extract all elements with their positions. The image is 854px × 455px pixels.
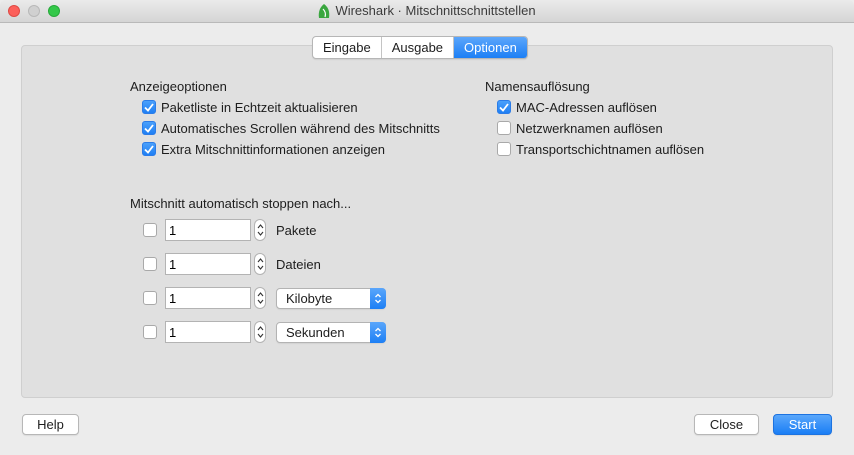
stop-row-packets: Pakete (143, 219, 316, 241)
checkbox-box[interactable] (142, 142, 156, 156)
checkmark-icon (144, 144, 154, 154)
checkbox-box[interactable] (142, 100, 156, 114)
stepper-arrows-icon (257, 292, 263, 304)
stepper-arrows-icon (257, 258, 263, 270)
checkbox-label: MAC-Adressen auflösen (516, 99, 657, 115)
stop-files-checkbox[interactable] (143, 257, 157, 271)
stop-packets-checkbox[interactable] (143, 223, 157, 237)
stop-row-files: Dateien (143, 253, 321, 275)
checkbox-resolve-network[interactable]: Netzwerknamen auflösen (497, 120, 663, 136)
window-title-area: Wireshark · Mitschnittschnittstellen (0, 3, 854, 22)
auto-stop-heading: Mitschnitt automatisch stoppen nach... (130, 196, 352, 211)
stop-files-stepper[interactable] (254, 253, 266, 275)
checkbox-box[interactable] (142, 121, 156, 135)
name-resolution-heading: Namensauflösung (485, 79, 590, 94)
stop-duration-stepper[interactable] (254, 321, 266, 343)
checkbox-label: Transportschichtnamen auflösen (516, 141, 705, 157)
checkmark-icon (144, 102, 154, 112)
window-title: Wireshark · Mitschnittschnittstellen (335, 3, 536, 18)
checkmark-icon (144, 123, 154, 133)
start-button[interactable]: Start (773, 414, 832, 435)
checkbox-realtime-update[interactable]: Paketliste in Echtzeit aktualisieren (142, 99, 358, 115)
checkbox-box[interactable] (497, 121, 511, 135)
checkbox-box[interactable] (497, 100, 511, 114)
stop-duration-checkbox[interactable] (143, 325, 157, 339)
stop-duration-unit-select[interactable]: Sekunden (276, 321, 386, 343)
stop-row-duration: Sekunden (143, 321, 386, 343)
stop-size-checkbox[interactable] (143, 291, 157, 305)
stop-row-size: Kilobyte (143, 287, 386, 309)
select-value: Kilobyte (286, 290, 333, 306)
checkbox-label: Extra Mitschnittinformationen anzeigen (161, 141, 386, 157)
stepper-arrows-icon (257, 326, 263, 338)
stop-size-stepper[interactable] (254, 287, 266, 309)
stop-duration-input[interactable] (165, 321, 251, 343)
title-bar: Wireshark · Mitschnittschnittstellen (0, 0, 854, 23)
stop-size-unit-select[interactable]: Kilobyte (276, 287, 386, 309)
chevron-updown-icon (370, 287, 386, 309)
stop-size-input[interactable] (165, 287, 251, 309)
checkbox-resolve-mac[interactable]: MAC-Adressen auflösen (497, 99, 657, 115)
checkbox-box[interactable] (497, 142, 511, 156)
checkbox-label: Netzwerknamen auflösen (516, 120, 663, 136)
close-button[interactable]: Close (694, 414, 759, 435)
chevron-updown-icon (370, 321, 386, 343)
help-button[interactable]: Help (22, 414, 79, 435)
stop-packets-input[interactable] (165, 219, 251, 241)
tab-optionen[interactable]: Optionen (454, 37, 527, 58)
checkbox-extra-info[interactable]: Extra Mitschnittinformationen anzeigen (142, 141, 385, 157)
stop-files-input[interactable] (165, 253, 251, 275)
checkmark-icon (499, 102, 509, 112)
stepper-arrows-icon (257, 224, 263, 236)
stop-packets-stepper[interactable] (254, 219, 266, 241)
checkbox-resolve-transport[interactable]: Transportschichtnamen auflösen (497, 141, 704, 157)
wireshark-fin-icon (318, 4, 330, 22)
tab-bar: Eingabe Ausgabe Optionen (312, 36, 528, 59)
checkbox-label: Paketliste in Echtzeit aktualisieren (161, 99, 358, 115)
stop-packets-unit: Pakete (276, 222, 317, 238)
select-value: Sekunden (286, 324, 345, 340)
checkbox-auto-scroll[interactable]: Automatisches Scrollen während des Mitsc… (142, 120, 440, 136)
display-options-heading: Anzeigeoptionen (130, 79, 227, 94)
checkbox-label: Automatisches Scrollen während des Mitsc… (161, 120, 440, 136)
tab-eingabe[interactable]: Eingabe (313, 37, 382, 58)
stop-files-unit: Dateien (276, 256, 321, 272)
tab-ausgabe[interactable]: Ausgabe (382, 37, 455, 58)
